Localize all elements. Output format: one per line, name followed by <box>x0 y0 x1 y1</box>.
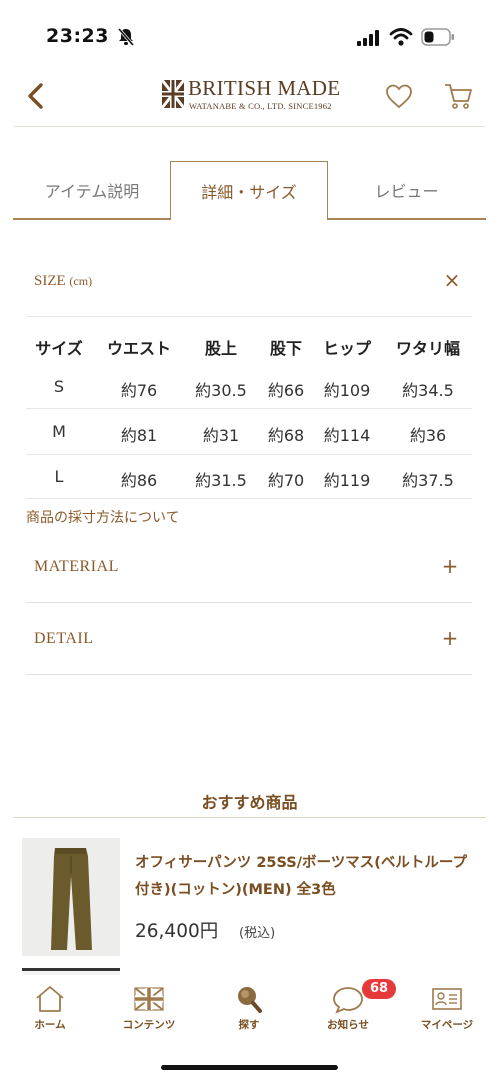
nav-contents[interactable]: コンテンツ <box>109 984 189 1032</box>
size-header-waist: ウエスト <box>106 339 171 358</box>
size-header-inseam: 股下 <box>269 339 302 358</box>
size-cell: 約119 <box>323 471 371 490</box>
product-name[interactable]: オフィサーパンツ 25SS/ボーツマス(ベルトループ付き)(コットン)(MEN)… <box>135 850 475 904</box>
favorite-heart-icon[interactable] <box>384 81 414 111</box>
table-row-divider <box>26 408 472 409</box>
tab-underline-right <box>327 218 486 220</box>
product-price: 26,400円 <box>135 921 219 942</box>
accordion-divider <box>26 602 472 603</box>
size-header-thigh: ワタリ幅 <box>395 339 460 358</box>
nav-search-label: 探す <box>238 1019 260 1031</box>
size-header-hip: ヒップ <box>322 339 371 358</box>
union-jack-icon <box>134 987 164 1011</box>
size-title-text: SIZE <box>34 273 66 289</box>
recommend-title: おすすめ商品 <box>201 793 298 812</box>
union-jack-logo-icon <box>162 80 184 108</box>
header-divider <box>14 126 485 127</box>
back-button[interactable] <box>22 80 50 112</box>
size-section-title: SIZE (cm) <box>34 273 92 290</box>
silent-bell-icon <box>117 28 135 46</box>
size-cell: 約114 <box>323 426 371 445</box>
cart-icon[interactable] <box>443 80 473 112</box>
size-cell: 約109 <box>323 381 371 400</box>
size-header-size: サイズ <box>35 339 83 358</box>
size-cell: 約37.5 <box>402 471 454 490</box>
size-cell: 約70 <box>267 471 305 490</box>
size-cell: M <box>52 422 66 441</box>
trousers-image <box>22 838 120 956</box>
status-time: 23:23 <box>46 25 109 47</box>
size-cell: 約81 <box>120 426 158 445</box>
id-card-icon <box>432 988 462 1010</box>
cellular-signal-icon <box>357 30 379 46</box>
notification-badge: 68 <box>362 979 396 999</box>
brand-logo[interactable]: BRITISH MADE <box>188 76 340 101</box>
nav-search[interactable]: 探す <box>209 984 289 1032</box>
size-divider <box>26 316 472 317</box>
measurement-method-link[interactable]: 商品の採寸方法について <box>26 507 180 527</box>
table-row-divider <box>26 454 472 455</box>
size-cell: 約31.5 <box>195 471 247 490</box>
accordion-material[interactable]: MATERIAL <box>34 558 119 576</box>
search-icon <box>238 987 262 1013</box>
tab-item-description[interactable]: アイテム説明 <box>13 161 171 219</box>
home-indicator[interactable] <box>161 1065 338 1070</box>
expand-detail-icon[interactable]: + <box>438 626 462 650</box>
home-icon <box>36 986 64 1012</box>
tab-underline-left <box>13 218 171 220</box>
accordion-divider <box>26 674 472 675</box>
size-cell: 約36 <box>409 426 447 445</box>
size-cell: S <box>53 377 65 396</box>
size-cell: 約68 <box>267 426 305 445</box>
size-cell: 約76 <box>120 381 158 400</box>
product-tax-label: (税込) <box>239 926 276 941</box>
size-header-rise: 股上 <box>204 339 237 358</box>
nav-contents-label: コンテンツ <box>122 1019 176 1031</box>
size-cell: 約86 <box>120 471 158 490</box>
nav-mypage[interactable]: マイページ <box>407 984 487 1032</box>
size-cell: 約31 <box>202 426 240 445</box>
size-cell: 約34.5 <box>402 381 454 400</box>
nav-home[interactable]: ホーム <box>10 984 90 1032</box>
accordion-detail[interactable]: DETAIL <box>34 630 93 648</box>
chat-bubble-icon <box>333 987 363 1014</box>
wifi-icon <box>389 28 413 46</box>
size-cell: L <box>54 467 64 486</box>
size-cell: 約66 <box>267 381 305 400</box>
battery-icon <box>421 28 454 46</box>
size-cell: 約30.5 <box>195 381 247 400</box>
product-thumbnail[interactable] <box>22 838 120 956</box>
nav-notifications-label: お知らせ <box>327 1019 369 1031</box>
tab-review[interactable]: レビュー <box>327 161 486 219</box>
expand-material-icon[interactable]: + <box>438 554 462 578</box>
nav-mypage-label: マイページ <box>420 1019 474 1031</box>
table-row-divider <box>26 498 472 499</box>
size-unit: (cm) <box>69 274 93 288</box>
size-close-button[interactable]: × <box>440 268 464 292</box>
tab-details-size[interactable]: 詳細・サイズ <box>170 161 328 219</box>
nav-home-label: ホーム <box>34 1019 66 1031</box>
brand-subtitle: WATANABE & CO., LTD. SINCE1962 <box>189 101 332 111</box>
recommend-divider <box>13 817 486 818</box>
